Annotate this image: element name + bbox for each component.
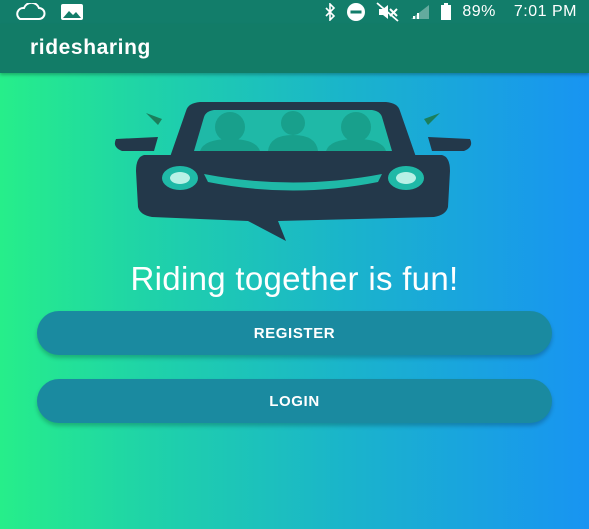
bluetooth-icon — [324, 3, 336, 21]
cloud-icon — [12, 3, 46, 21]
battery-percent: 89% — [462, 3, 496, 20]
car-logo-icon — [114, 102, 472, 241]
status-bar: 89% 7:01 PM — [0, 0, 589, 24]
battery-icon — [440, 3, 452, 21]
clock: 7:01 PM — [513, 3, 577, 20]
signal-icon — [410, 4, 430, 20]
app-title: ridesharing — [30, 36, 151, 59]
login-button[interactable]: LOGIN — [37, 379, 552, 423]
do-not-disturb-icon — [346, 2, 366, 22]
image-icon — [60, 3, 84, 21]
tagline: Riding together is fun! — [130, 260, 459, 297]
register-button[interactable]: REGISTER — [37, 311, 552, 355]
vibrate-off-icon — [376, 2, 400, 22]
app-bar: ridesharing — [0, 24, 589, 73]
status-left — [12, 2, 84, 22]
welcome-screen: Riding together is fun! REGISTER LOGIN — [0, 73, 589, 529]
status-right: 89% 7:01 PM — [324, 0, 577, 24]
